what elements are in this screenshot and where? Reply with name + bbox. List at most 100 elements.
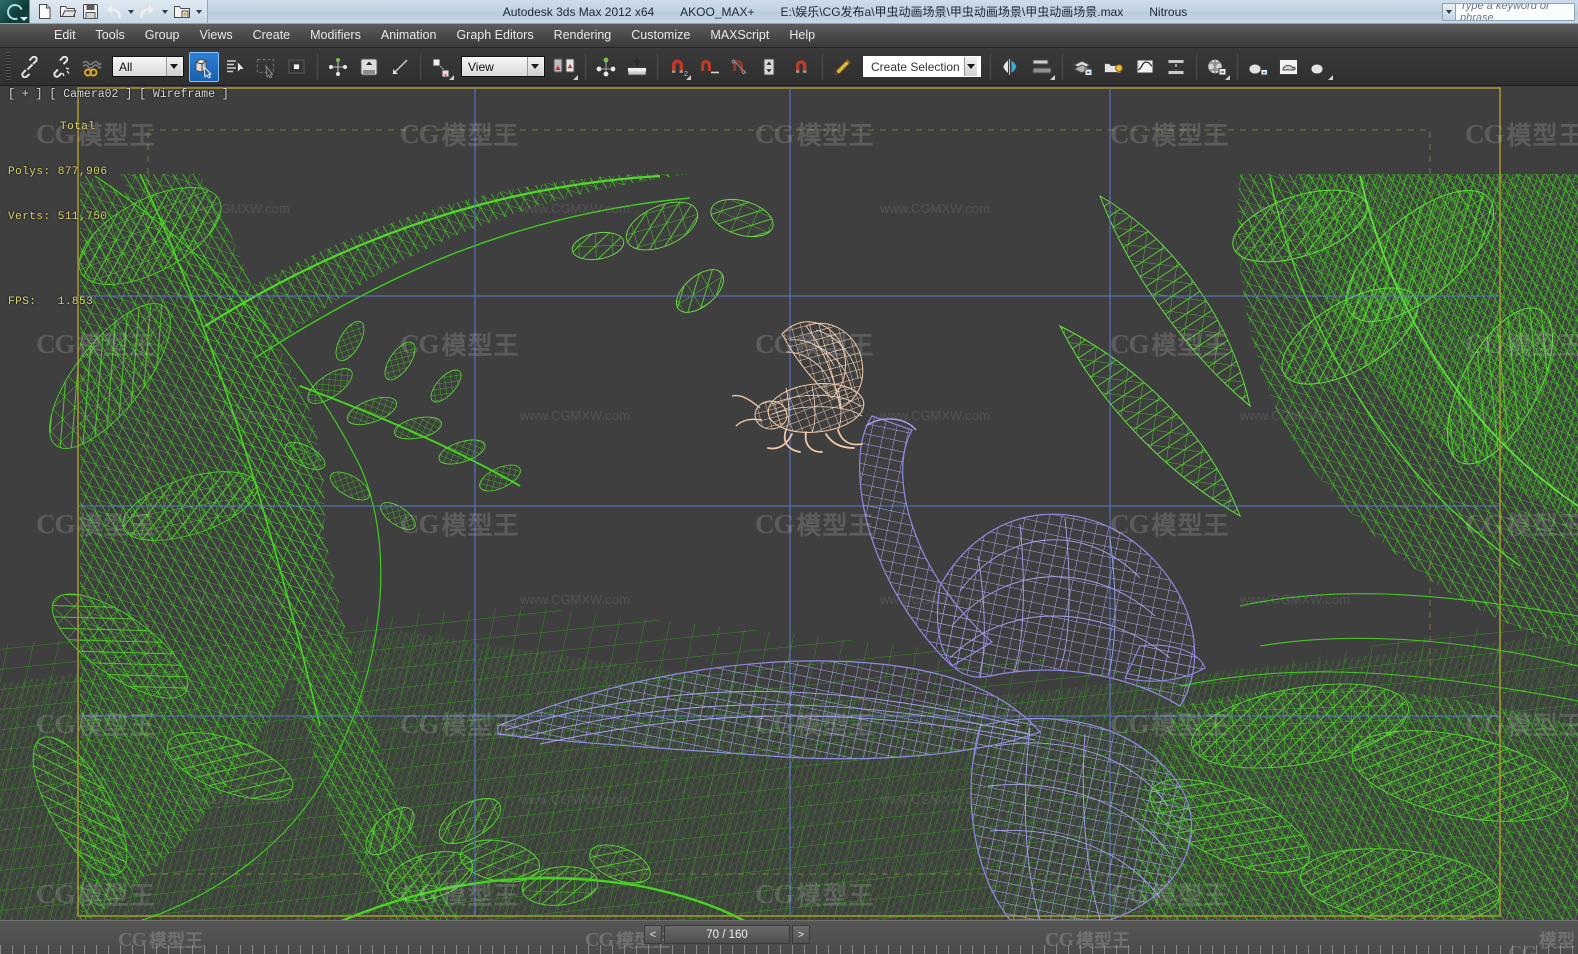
menu-animation[interactable]: Animation (371, 26, 447, 45)
menu-graph-editors[interactable]: Graph Editors (446, 26, 543, 45)
selection-filter-value: All (119, 59, 133, 74)
menu-create[interactable]: Create (243, 26, 301, 45)
stats-polys-row: Polys: 877,906 (8, 165, 107, 180)
timeline-ruler[interactable] (0, 945, 1578, 954)
flyout-corner-icon (449, 74, 454, 80)
select-and-link-button[interactable] (15, 52, 45, 82)
unlink-selection-button[interactable] (46, 52, 76, 82)
schematic-view-button[interactable] (1161, 52, 1191, 82)
open-file-button[interactable] (57, 2, 78, 22)
select-and-manipulate-button[interactable] (591, 52, 621, 82)
select-and-rotate-button[interactable] (354, 52, 384, 82)
render-setup-button[interactable] (1243, 52, 1273, 82)
material-editor-button[interactable] (1202, 52, 1232, 82)
stats-polys-value: 877,906 (57, 166, 108, 178)
undo-dropdown-button[interactable] (126, 2, 135, 22)
current-frame-display[interactable]: 70 / 160 (664, 925, 790, 944)
chevron-down-icon (1446, 9, 1452, 14)
3dsmax-window: Autodesk 3ds Max 2012 x64 AKOO_MAX+ E:\娱… (0, 0, 1578, 954)
bind-to-space-warp-button[interactable] (77, 52, 107, 82)
flyout-corner-icon (686, 74, 691, 80)
toolbar-grip[interactable] (6, 51, 11, 82)
render-production-button[interactable] (1305, 52, 1335, 82)
stats-fps-label: FPS: (8, 296, 37, 308)
redo-dropdown-button[interactable] (160, 2, 169, 22)
toolbar-separator (822, 53, 823, 80)
title-bar-right: Type a keyword or phrase (1442, 0, 1578, 23)
layer-manager-button[interactable] (1068, 52, 1098, 82)
time-slider[interactable]: < 70 / 160 > (644, 925, 810, 944)
select-region-button[interactable] (251, 52, 281, 82)
chevron-down-icon[interactable] (527, 57, 542, 76)
title-workspace: AKOO_MAX+ (680, 4, 755, 19)
chevron-down-icon (161, 9, 168, 14)
select-object-button[interactable] (189, 51, 219, 82)
stats-fps-value: 1.853 (57, 296, 94, 308)
keyboard-shortcut-override-button[interactable] (622, 52, 652, 82)
menu-edit[interactable]: Edit (44, 26, 86, 45)
camera-viewport[interactable]: CG模型王 CG模型王 CG模型王 CG模型王 CG模型王 CG模型王 CG模型… (0, 86, 1578, 920)
select-and-move-button[interactable] (323, 52, 353, 82)
save-file-button[interactable] (80, 2, 101, 22)
reference-coordinate-dropdown[interactable]: View (461, 56, 545, 77)
align-button[interactable] (1027, 52, 1057, 82)
menu-modifiers[interactable]: Modifiers (300, 26, 371, 45)
stats-polys-label: Polys: (8, 166, 51, 178)
select-and-scale-button[interactable] (385, 52, 415, 82)
new-file-button[interactable] (34, 2, 55, 22)
chevron-down-icon[interactable] (964, 57, 977, 76)
menu-bar: Edit Tools Group Views Create Modifiers … (0, 24, 1578, 48)
title-renderer: Nitrous (1149, 4, 1188, 19)
menu-customize[interactable]: Customize (621, 26, 700, 45)
toolbar-separator (1062, 53, 1063, 80)
menu-group[interactable]: Group (135, 26, 190, 45)
percent-snap-toggle-button[interactable] (725, 52, 755, 82)
rendered-frame-window-button[interactable] (1274, 52, 1304, 82)
mirror-button[interactable] (996, 52, 1026, 82)
flyout-corner-icon (1225, 74, 1230, 80)
undo-button[interactable] (103, 2, 124, 22)
window-crossing-button[interactable] (282, 52, 312, 82)
redo-button[interactable] (137, 2, 158, 22)
search-input[interactable]: Type a keyword or phrase (1455, 2, 1575, 21)
snaps-use-axis-constraints-button[interactable] (787, 52, 817, 82)
menu-help[interactable]: Help (779, 26, 825, 45)
title-file-path: E:\娱乐\CG发布a\甲虫动画场景\甲虫动画场景\甲虫动画场景.max (780, 5, 1124, 19)
stats-total-header: Total (60, 121, 96, 133)
named-selection-sets-dropdown[interactable]: Create Selection Set (863, 56, 981, 77)
use-pivot-center-button[interactable] (426, 52, 456, 82)
next-frame-button[interactable]: > (792, 925, 810, 944)
time-slider-bar: CG模型王 CG模型王 CG模型王 CG模型王 < 70 / 160 > (0, 920, 1578, 954)
snaps-toggle-button[interactable]: 2 (663, 52, 693, 82)
project-folder-button[interactable] (171, 2, 192, 22)
main-toolbar: All View 2 Create Selection (0, 48, 1578, 86)
toolbar-separator (990, 53, 991, 80)
viewport-wireframe-scene (0, 86, 1578, 920)
edit-named-selection-button[interactable] (828, 52, 858, 82)
application-menu-button[interactable] (0, 0, 30, 23)
previous-frame-button[interactable]: < (644, 925, 662, 944)
customize-qat-button[interactable] (194, 2, 203, 22)
window-title: Autodesk 3ds Max 2012 x64 AKOO_MAX+ E:\娱… (208, 3, 1442, 20)
selection-filter-dropdown[interactable]: All (112, 56, 184, 77)
stats-fps-row: FPS: 1.853 (8, 295, 107, 310)
reference-coordinate-value: View (468, 59, 494, 74)
curve-editor-button[interactable] (1130, 52, 1160, 82)
spinner-snap-toggle-button[interactable] (756, 52, 786, 82)
toolbar-separator (657, 53, 658, 80)
use-center-flyout-button[interactable] (550, 52, 580, 82)
stats-verts-row: Verts: 511,750 (8, 210, 107, 225)
select-by-name-button[interactable] (220, 52, 250, 82)
stats-spacer (8, 255, 107, 265)
angle-snap-toggle-button[interactable] (694, 52, 724, 82)
menu-tools[interactable]: Tools (86, 26, 135, 45)
flyout-corner-icon (573, 74, 578, 80)
menu-views[interactable]: Views (189, 26, 242, 45)
chevron-down-icon[interactable] (166, 57, 181, 76)
toolbar-separator (420, 53, 421, 80)
menu-maxscript[interactable]: MAXScript (700, 26, 779, 45)
light-lister-button[interactable] (1099, 52, 1129, 82)
title-bar: Autodesk 3ds Max 2012 x64 AKOO_MAX+ E:\娱… (0, 0, 1578, 24)
infocenter-dropdown-button[interactable] (1442, 2, 1456, 21)
menu-rendering[interactable]: Rendering (544, 26, 622, 45)
